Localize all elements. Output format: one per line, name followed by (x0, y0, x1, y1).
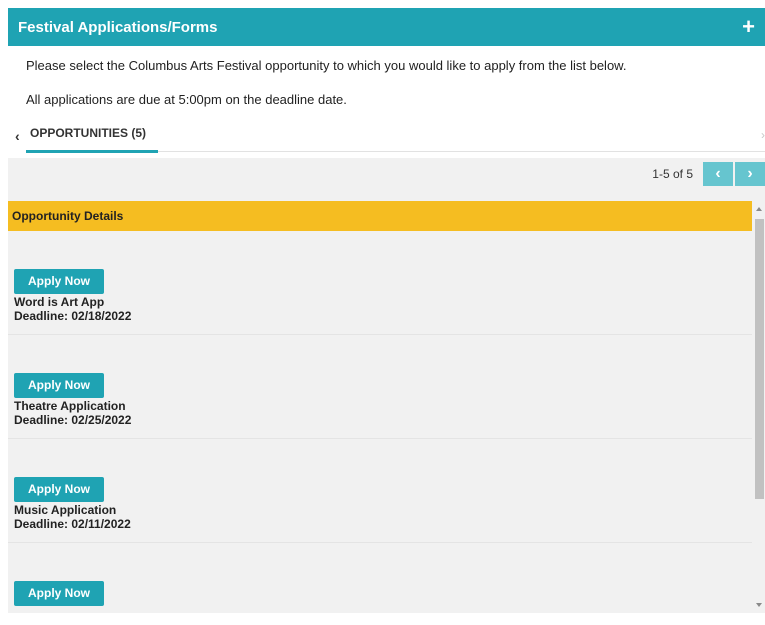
apply-now-button[interactable]: Apply Now (14, 477, 104, 502)
opportunity-name: Word is Art App (14, 295, 105, 309)
add-icon[interactable]: + (742, 16, 755, 38)
opportunity-name: Music Application (14, 503, 117, 517)
scroll-thumb[interactable] (755, 219, 764, 499)
opportunity-deadline: Deadline: 02/11/2022 (14, 517, 131, 531)
opportunities-area: 1-5 of 5 ‹ › Opportunity Details Apply N… (8, 158, 765, 613)
chevron-left-icon: ‹ (715, 165, 721, 182)
list-item: Apply Now Music Application Deadline: 02… (8, 439, 752, 543)
pager-count: 1-5 of 5 (652, 167, 693, 181)
opportunity-deadline: Deadline: 02/25/2022 (14, 413, 132, 427)
intro-text-1: Please select the Columbus Arts Festival… (26, 58, 627, 73)
intro-text-2: All applications are due at 5:00pm on th… (26, 92, 347, 107)
apply-now-button[interactable]: Apply Now (14, 269, 104, 294)
panel-title: Festival Applications/Forms (18, 18, 218, 36)
list-scrollbar[interactable] (754, 201, 765, 613)
tab-opportunities[interactable]: OPPORTUNITIES (5) (26, 120, 158, 154)
opportunity-name: Theatre Application (14, 399, 126, 413)
opportunity-list: Apply Now Word is Art App Deadline: 02/1… (8, 231, 752, 613)
chevron-right-icon: › (747, 165, 753, 182)
chevron-left-icon[interactable]: ‹ (15, 128, 20, 144)
pager-prev-button[interactable]: ‹ (703, 162, 733, 186)
chevron-right-icon[interactable]: › (761, 128, 765, 142)
apply-now-button[interactable]: Apply Now (14, 373, 104, 398)
list-item: Apply Now Theatre Application Deadline: … (8, 335, 752, 439)
tab-active-indicator (26, 150, 158, 153)
pager: 1-5 of 5 ‹ › (652, 162, 765, 186)
scroll-down-icon[interactable] (756, 603, 762, 607)
tabs-row: ‹ OPPORTUNITIES (5) › (8, 120, 765, 154)
apply-now-button[interactable]: Apply Now (14, 581, 104, 606)
list-item: Apply Now Word is Art App Deadline: 02/1… (8, 231, 752, 335)
festival-panel: Festival Applications/Forms + Please sel… (8, 8, 765, 625)
pager-next-button[interactable]: › (735, 162, 765, 186)
opportunity-deadline: Deadline: 02/18/2022 (14, 309, 132, 323)
panel-header: Festival Applications/Forms + (8, 8, 765, 46)
table-header: Opportunity Details (8, 201, 752, 231)
scroll-up-icon[interactable] (756, 207, 762, 211)
list-item: Apply Now (8, 543, 752, 613)
